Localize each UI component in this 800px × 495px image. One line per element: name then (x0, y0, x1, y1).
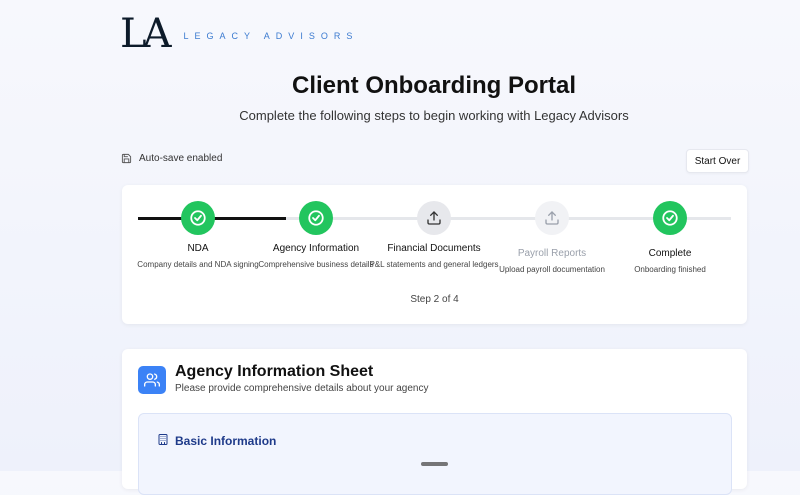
check-icon (308, 210, 324, 226)
sheet-title: Agency Information Sheet (175, 363, 374, 380)
page-title: Client Onboarding Portal (291, 72, 576, 99)
progress-card: NDA Company details and NDA signing Agen… (122, 185, 747, 324)
autosave-indicator: Auto-save enabled (121, 153, 222, 164)
agency-information-card: Agency Information Sheet Please provide … (122, 349, 747, 495)
basic-information-section: Basic Information (138, 413, 732, 495)
users-icon (144, 373, 160, 387)
step-description: Onboarding finished (634, 265, 706, 274)
sheet-subtitle: Please provide comprehensive details abo… (175, 383, 429, 394)
brand-name: LEGACY ADVISORS (183, 31, 359, 41)
page-subtitle: Complete the following steps to begin wo… (239, 108, 629, 123)
upload-icon (545, 211, 559, 225)
logo-mark: LA (120, 11, 171, 57)
save-icon (121, 153, 132, 164)
logo: LA LEGACY ADVISORS (120, 14, 358, 54)
check-icon (190, 210, 206, 226)
step-complete[interactable]: Complete Onboarding finished (600, 201, 740, 275)
step-status-circle (535, 201, 569, 235)
step-counter: Step 2 of 4 (410, 294, 459, 305)
step-status-circle (417, 201, 451, 235)
scroll-handle[interactable] (421, 462, 448, 466)
check-icon (662, 210, 678, 226)
step-status-circle (653, 201, 687, 235)
building-icon (158, 434, 168, 445)
section-title: Basic Information (175, 434, 277, 448)
step-status-circle (299, 201, 333, 235)
step-label: Complete (648, 248, 692, 259)
upload-icon (427, 211, 441, 225)
start-over-button[interactable]: Start Over (686, 149, 749, 173)
step-status-circle (181, 201, 215, 235)
autosave-label: Auto-save enabled (139, 153, 223, 164)
sheet-icon-badge (138, 366, 166, 394)
